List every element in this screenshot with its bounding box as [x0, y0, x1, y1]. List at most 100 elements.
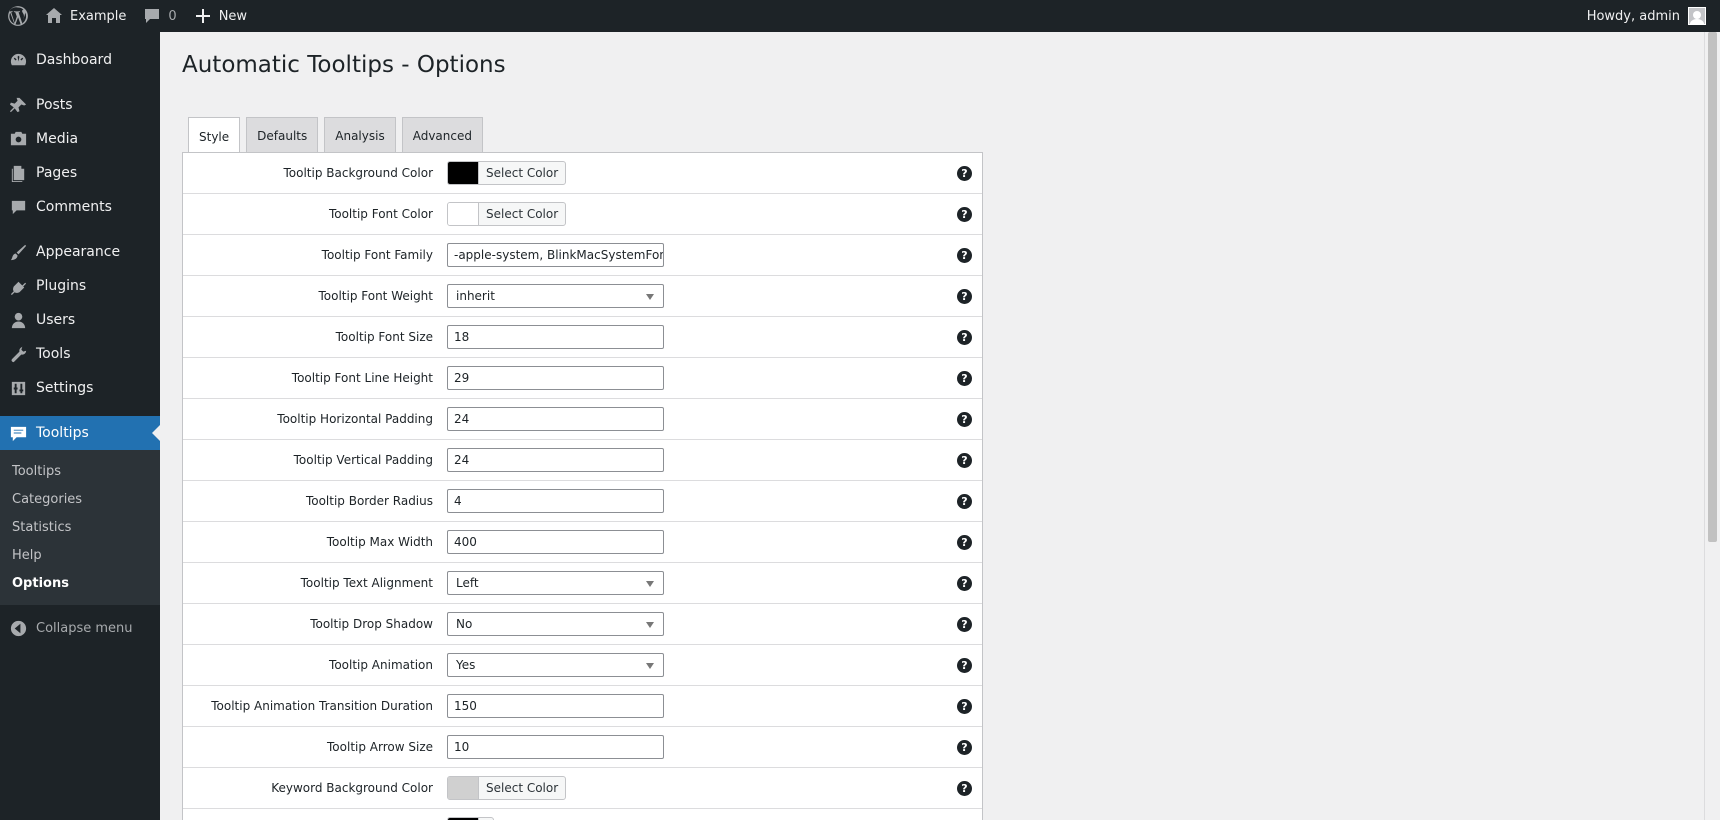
scrollbar-thumb[interactable] — [1708, 32, 1717, 542]
sidebar-item-comments[interactable]: Comments — [0, 190, 160, 224]
site-name-link[interactable]: Example — [36, 0, 134, 32]
sidebar-item-label: Settings — [36, 380, 94, 396]
sidebar-item-label: Posts — [36, 97, 73, 113]
tooltip-font-size-input[interactable]: 18 — [447, 325, 664, 349]
new-content-link[interactable]: New — [185, 0, 255, 32]
sidebar-item-media[interactable]: Media — [0, 122, 160, 156]
collapse-arrow-icon — [8, 618, 28, 638]
page-scrollbar[interactable] — [1704, 32, 1720, 820]
tooltip-background-color-button[interactable]: Select Color — [447, 161, 567, 185]
tab-defaults[interactable]: Defaults — [246, 117, 319, 153]
help-icon[interactable]: ? — [957, 535, 972, 550]
select-color-label: Select Color — [486, 781, 559, 795]
admin-bar: Example 0 New Howdy, admin — [0, 0, 1720, 32]
tab-advanced[interactable]: Advanced — [401, 117, 483, 153]
brush-icon — [8, 242, 28, 262]
help-icon[interactable]: ? — [957, 494, 972, 509]
submenu-item-statistics[interactable]: Statistics — [0, 513, 160, 541]
tooltip-animation-duration-input[interactable]: 150 — [447, 694, 664, 718]
sidebar-item-label: Appearance — [36, 244, 121, 260]
select-value: inherit — [456, 289, 495, 303]
sidebar-item-dashboard[interactable]: Dashboard — [0, 43, 160, 77]
settings-icon — [8, 378, 28, 398]
pages-icon — [8, 163, 28, 183]
tooltip-font-weight-select[interactable]: inherit — [447, 284, 664, 308]
tab-style[interactable]: Style — [188, 117, 241, 155]
option-row: Tooltip Border Radius 4 ? — [183, 481, 982, 522]
option-label: Tooltip Arrow Size — [327, 740, 433, 754]
submenu-item-options[interactable]: Options — [0, 569, 160, 597]
site-name: Example — [70, 8, 127, 24]
sidebar-item-settings[interactable]: Settings — [0, 371, 160, 405]
option-label: Tooltip Font Weight — [318, 289, 433, 303]
help-icon[interactable]: ? — [957, 289, 972, 304]
option-row: Tooltip Background Color Select Color ? — [183, 153, 982, 194]
wrench-icon — [8, 344, 28, 364]
media-icon — [8, 129, 28, 149]
option-row: Tooltip Animation Yes ? — [183, 645, 982, 686]
sidebar-item-label: Comments — [36, 199, 112, 215]
pin-icon — [8, 95, 28, 115]
option-label: Tooltip Font Family — [321, 248, 433, 262]
help-icon[interactable]: ? — [957, 412, 972, 427]
sidebar-item-tooltips[interactable]: Tooltips — [0, 416, 160, 450]
option-row: Tooltip Text Alignment Left ? — [183, 563, 982, 604]
help-icon[interactable]: ? — [957, 248, 972, 263]
tooltip-border-radius-input[interactable]: 4 — [447, 489, 664, 513]
comments-link[interactable]: 0 — [134, 0, 184, 32]
option-row: Tooltip Vertical Padding 24 ? — [183, 440, 982, 481]
tooltips-submenu: Tooltips Categories Statistics Help Opti… — [0, 450, 160, 605]
wordpress-logo-icon[interactable] — [0, 0, 36, 32]
tooltip-line-height-input[interactable]: 29 — [447, 366, 664, 390]
sidebar-item-users[interactable]: Users — [0, 303, 160, 337]
option-label: Tooltip Drop Shadow — [310, 617, 433, 631]
collapse-menu-button[interactable]: Collapse menu — [0, 611, 160, 645]
submenu-item-help[interactable]: Help — [0, 541, 160, 569]
tooltip-horizontal-padding-input[interactable]: 24 — [447, 407, 664, 431]
option-label: Keyword Background Color — [271, 781, 433, 795]
color-swatch — [448, 203, 479, 225]
option-label: Tooltip Animation Transition Duration — [211, 699, 433, 713]
tooltip-animation-select[interactable]: Yes — [447, 653, 664, 677]
help-icon[interactable]: ? — [957, 330, 972, 345]
sidebar-item-label: Tools — [36, 346, 71, 362]
dashboard-icon — [8, 50, 28, 70]
tooltip-font-family-input[interactable]: -apple-system, BlinkMacSystemFont, 'S — [447, 243, 664, 267]
help-icon[interactable]: ? — [957, 207, 972, 222]
tooltip-drop-shadow-select[interactable]: No — [447, 612, 664, 636]
help-icon[interactable]: ? — [957, 617, 972, 632]
submenu-item-categories[interactable]: Categories — [0, 485, 160, 513]
help-icon[interactable]: ? — [957, 576, 972, 591]
sidebar-item-plugins[interactable]: Plugins — [0, 269, 160, 303]
options-tabs: Style Defaults Analysis Advanced — [188, 117, 489, 155]
tooltip-max-width-input[interactable]: 400 — [447, 530, 664, 554]
sidebar-item-tools[interactable]: Tools — [0, 337, 160, 371]
help-icon[interactable]: ? — [957, 453, 972, 468]
plus-icon — [193, 6, 213, 26]
user-icon — [8, 310, 28, 330]
tooltip-vertical-padding-input[interactable]: 24 — [447, 448, 664, 472]
tooltip-font-color-button[interactable]: Select Color — [447, 202, 567, 226]
option-row: Tooltip Font Weight inherit ? — [183, 276, 982, 317]
keyword-background-color-button[interactable]: Select Color — [447, 776, 567, 800]
my-account[interactable]: Howdy, admin — [1587, 7, 1720, 25]
help-icon[interactable]: ? — [957, 658, 972, 673]
option-label: Tooltip Font Color — [328, 207, 433, 221]
sidebar-item-pages[interactable]: Pages — [0, 156, 160, 190]
sidebar-item-posts[interactable]: Posts — [0, 88, 160, 122]
tooltip-text-alignment-select[interactable]: Left — [447, 571, 664, 595]
sidebar-item-appearance[interactable]: Appearance — [0, 235, 160, 269]
submenu-item-tooltips[interactable]: Tooltips — [0, 457, 160, 485]
page-title: Automatic Tooltips - Options — [182, 52, 506, 78]
tab-analysis[interactable]: Analysis — [324, 117, 396, 153]
help-icon[interactable]: ? — [957, 699, 972, 714]
help-icon[interactable]: ? — [957, 166, 972, 181]
avatar — [1688, 7, 1706, 25]
option-row: Tooltip Drop Shadow No ? — [183, 604, 982, 645]
tooltip-arrow-size-input[interactable]: 10 — [447, 735, 664, 759]
color-swatch — [448, 162, 479, 184]
help-icon[interactable]: ? — [957, 371, 972, 386]
help-icon[interactable]: ? — [957, 740, 972, 755]
dropdown-arrow-icon — [646, 622, 654, 628]
help-icon[interactable]: ? — [957, 781, 972, 796]
